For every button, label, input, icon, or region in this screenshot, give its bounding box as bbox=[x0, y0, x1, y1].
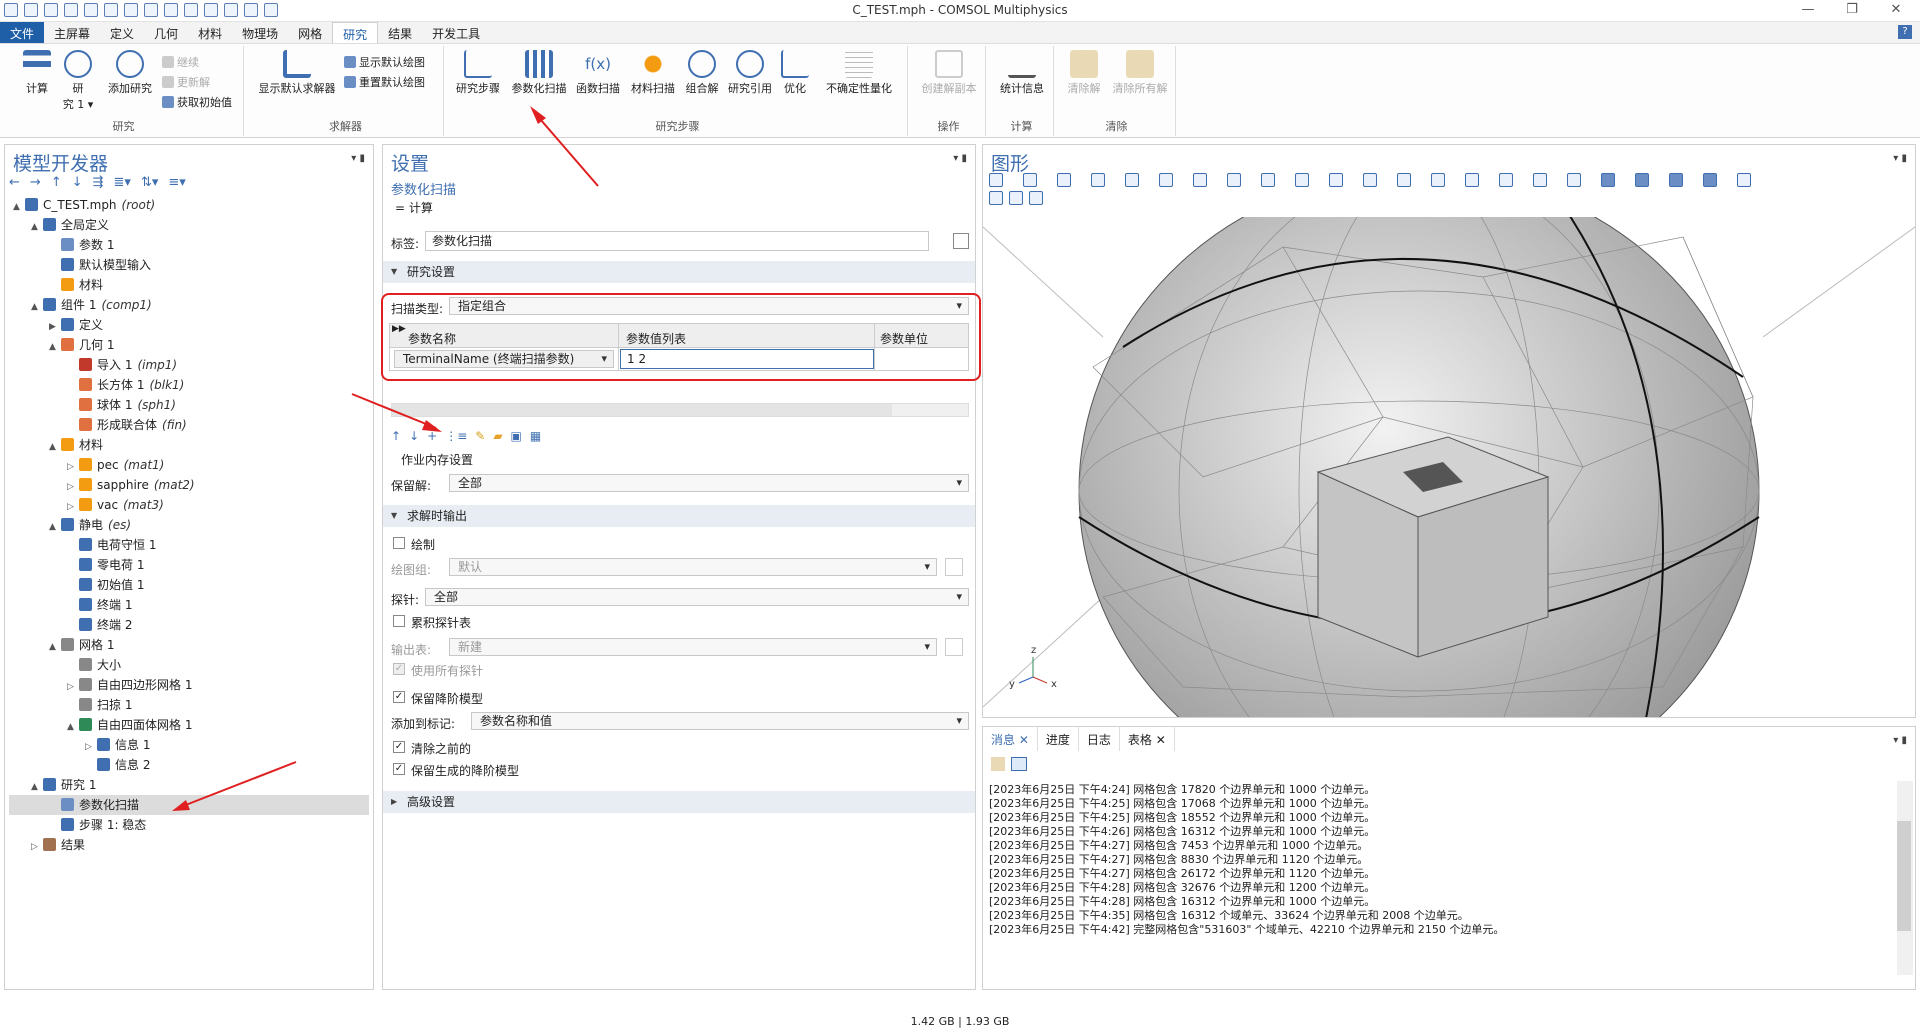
annotation-arrows bbox=[172, 106, 599, 811]
